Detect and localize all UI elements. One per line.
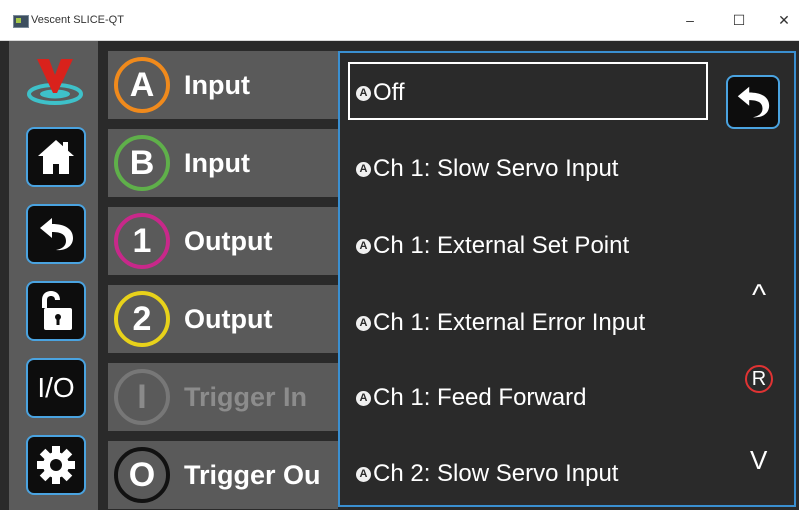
option-badge-a: A [356,86,371,101]
gear-icon [37,446,75,484]
row-output-1[interactable]: 1 Output [108,207,338,275]
io-button[interactable]: I/O [26,358,86,418]
badge-b: B [114,135,170,191]
badge-a: A [114,57,170,113]
app-icon [13,15,29,28]
option-label: Ch 2: Slow Servo Input [373,460,619,487]
settings-button[interactable] [26,435,86,495]
option-badge-a: A [356,467,371,482]
option-badge-a: A [356,162,371,177]
title-bar: Vescent SLICE-QT – ☐ ✕ [0,0,799,41]
home-button[interactable] [26,127,86,187]
option-ch2-slow-servo-input[interactable]: A Ch 2: Slow Servo Input [350,445,710,503]
option-label: Ch 1: External Set Point [373,232,630,259]
home-icon [38,140,74,174]
lock-button[interactable] [26,281,86,341]
row-input-a[interactable]: A Input [108,51,338,119]
row-input-b[interactable]: B Input [108,129,338,197]
badge-2: 2 [114,291,170,347]
badge-trigger-out: O [114,447,170,503]
vescent-logo-icon [23,49,87,109]
option-badge-a: A [356,239,371,254]
row-label: Output [184,226,273,256]
option-ch1-external-set-point[interactable]: A Ch 1: External Set Point [350,217,710,275]
option-ch1-external-error-input[interactable]: A Ch 1: External Error Input [350,294,710,352]
back-arrow-icon [737,86,770,118]
dropdown-back-button[interactable] [726,75,780,129]
option-ch1-slow-servo-input[interactable]: A Ch 1: Slow Servo Input [350,140,710,198]
window-title: Vescent SLICE-QT [31,14,124,26]
channel-list: A Input B Input 1 Output 2 Output I Trig… [108,41,338,510]
option-label: Ch 1: Slow Servo Input [373,155,619,182]
row-trigger-out[interactable]: O Trigger Ou [108,441,338,509]
app-area: I/O A Input B Input 1 Output 2 Output I … [0,41,799,510]
option-badge-a: A [356,316,371,331]
input-a-dropdown: A Off A Ch 1: Slow Servo Input A Ch 1: Exte… [338,51,796,507]
option-label: Ch 1: External Error Input [373,309,646,336]
option-label: Ch 1: Feed Forward [373,384,587,411]
row-label: Output [184,304,273,334]
io-label: I/O [37,372,75,403]
scroll-down-button[interactable]: V [750,445,767,476]
row-label: Input [184,148,250,178]
option-off[interactable]: A Off [348,62,708,120]
option-ch1-feed-forward[interactable]: A Ch 1: Feed Forward [350,369,710,427]
back-button[interactable] [26,204,86,264]
row-label: Trigger In [184,382,308,412]
row-label: Input [184,70,250,100]
unlock-icon [42,291,72,330]
scroll-up-button[interactable]: ^ [752,279,766,313]
badge-trigger-in: I [114,369,170,425]
reset-badge[interactable]: R [745,365,773,393]
minimize-button[interactable]: – [675,8,705,32]
back-arrow-icon [40,218,73,251]
row-trigger-in[interactable]: I Trigger In [108,363,338,431]
close-button[interactable]: ✕ [769,8,799,32]
option-badge-a: A [356,391,371,406]
badge-1: 1 [114,213,170,269]
row-output-2[interactable]: 2 Output [108,285,338,353]
sidebar: I/O [9,41,98,510]
row-label: Trigger Ou [184,460,321,490]
maximize-button[interactable]: ☐ [724,8,754,32]
option-label: Off [373,79,405,106]
